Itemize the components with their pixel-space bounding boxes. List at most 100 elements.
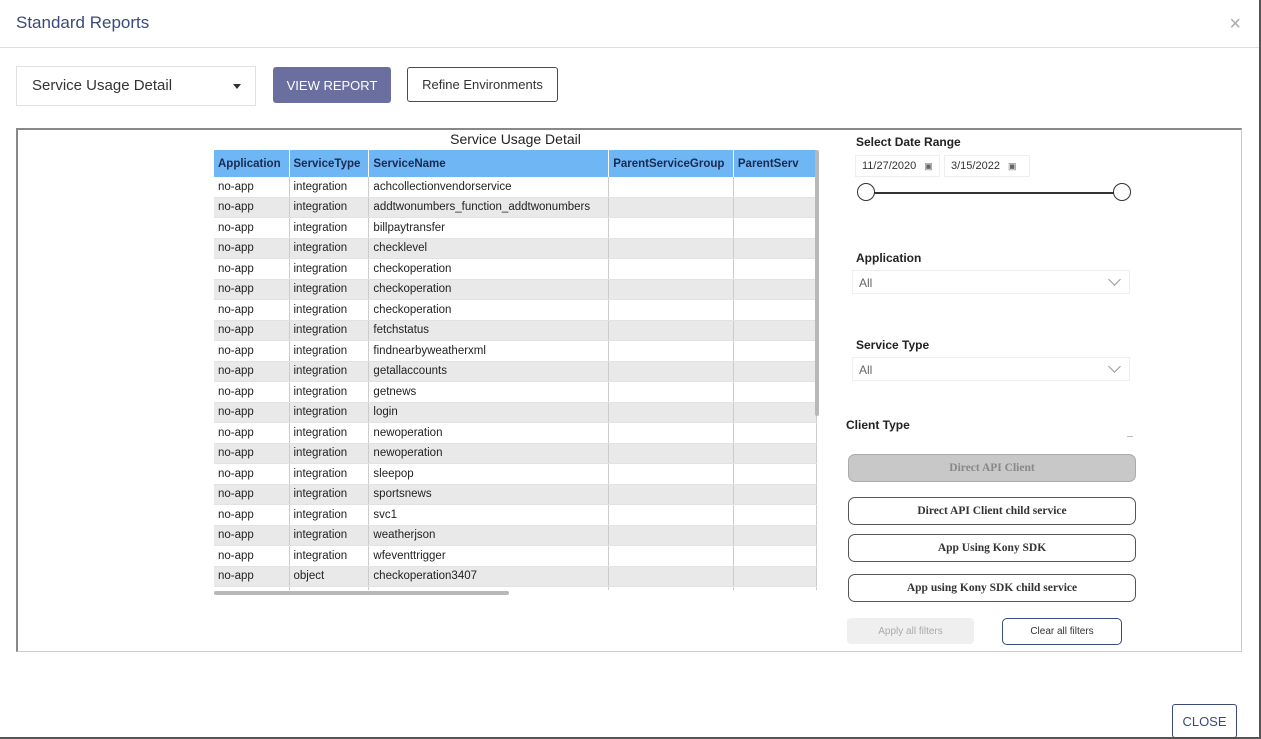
cell-servicetype: integration	[289, 258, 370, 280]
table-row[interactable]: no-app integration newoperation	[214, 422, 817, 444]
cell-parentserv	[733, 586, 817, 590]
cell-parentservicegroup	[608, 443, 734, 464]
close-icon[interactable]: ×	[1229, 14, 1241, 34]
clear-filters-button[interactable]: Clear all filters	[1002, 618, 1122, 645]
dialog-title: Standard Reports	[16, 13, 150, 32]
table-row[interactable]: no-app integration billpaytransfer	[214, 217, 817, 239]
table-row[interactable]: no-app integration sleepop	[214, 463, 817, 485]
report-table-container: Application ServiceType ServiceName Pare…	[214, 150, 817, 590]
report-table: Application ServiceType ServiceName Pare…	[214, 150, 817, 590]
cell-application: no-app	[214, 258, 290, 280]
date-start-value: 11/27/2020	[862, 160, 917, 172]
table-row[interactable]: no-app integration fetchstatus	[214, 320, 817, 341]
cell-servicetype: integration	[289, 443, 370, 464]
cell-application: no-app	[214, 586, 290, 590]
client-type-direct-api-child-button[interactable]: Direct API Client child service	[848, 497, 1136, 525]
table-row[interactable]: no-app integration getallaccounts	[214, 361, 817, 382]
cell-parentservicegroup	[608, 299, 734, 321]
cell-parentserv	[733, 402, 817, 423]
service-type-select[interactable]: All	[852, 357, 1130, 381]
client-type-menu-icon[interactable]	[1127, 436, 1133, 437]
table-row[interactable]: no-app integration weatherjson	[214, 525, 817, 546]
column-header-application[interactable]: Application	[214, 150, 290, 177]
cell-servicename: newoperation	[368, 443, 610, 464]
table-row[interactable]: no-appobjectcheckoperation3407	[214, 586, 817, 590]
cell-application: no-app	[214, 320, 290, 341]
cell-parentserv	[733, 566, 817, 587]
column-header-parentservicegroup[interactable]: ParentServiceGroup	[608, 150, 734, 177]
cell-parentserv	[733, 177, 817, 198]
date-range-end-handle[interactable]	[1113, 183, 1131, 201]
table-row[interactable]: no-app integration addtwonumbers_function_…	[214, 197, 817, 218]
cell-parentserv	[733, 320, 817, 341]
table-header-row: Application ServiceType ServiceName Pare…	[214, 150, 817, 177]
table-row[interactable]: no-app integration wfeventtrigger	[214, 545, 817, 567]
dialog-header: Standard Reports ×	[0, 0, 1259, 48]
cell-parentservicegroup	[608, 463, 734, 485]
cell-servicetype: integration	[289, 402, 370, 423]
report-type-select[interactable]: Service Usage Detail	[16, 66, 256, 106]
cell-application: no-app	[214, 381, 290, 403]
date-end-value: 3/15/2022	[951, 160, 1000, 172]
cell-servicename: getnews	[368, 381, 610, 403]
calendar-icon: ▣	[924, 161, 933, 171]
close-button[interactable]: CLOSE	[1172, 704, 1237, 738]
caret-down-icon	[233, 84, 241, 89]
column-header-parentserv[interactable]: ParentServ	[733, 150, 817, 177]
table-row[interactable]: no-app integration checkoperation	[214, 258, 817, 280]
cell-application: no-app	[214, 279, 290, 300]
table-row[interactable]: no-app integration checklevel	[214, 238, 817, 259]
cell-servicetype: integration	[289, 361, 370, 382]
cell-servicetype: integration	[289, 279, 370, 300]
cell-servicetype: integration	[289, 463, 370, 485]
cell-servicetype: integration	[289, 217, 370, 239]
column-header-servicetype[interactable]: ServiceType	[289, 150, 370, 177]
cell-servicetype: integration	[289, 320, 370, 341]
table-row[interactable]: no-app integration sportsnews	[214, 484, 817, 505]
table-row[interactable]: no-app integration checkoperation	[214, 279, 817, 300]
cell-servicetype: object	[289, 586, 370, 590]
cell-parentservicegroup	[608, 566, 734, 587]
date-start-input[interactable]: 11/27/2020 ▣	[855, 155, 940, 177]
cell-servicetype: integration	[289, 545, 370, 567]
vertical-scrollbar[interactable]	[815, 150, 819, 416]
table-row[interactable]: no-app integration svc1	[214, 504, 817, 526]
cell-application: no-app	[214, 463, 290, 485]
table-row[interactable]: no-app integration achcollectionvendorserv…	[214, 177, 817, 198]
service-type-label: Service Type	[856, 338, 930, 352]
table-row[interactable]: no-app integration findnearbyweatherxml	[214, 340, 817, 362]
apply-filters-button[interactable]: Apply all filters	[847, 618, 974, 644]
table-row[interactable]: no-app integration getnews	[214, 381, 817, 403]
cell-servicename: newoperation	[368, 422, 610, 444]
cell-servicename: findnearbyweatherxml	[368, 340, 610, 362]
table-row[interactable]: no-app integration newoperation	[214, 443, 817, 464]
cell-parentservicegroup	[608, 361, 734, 382]
table-row[interactable]: no-appobjectcheckoperation3407	[214, 566, 817, 587]
date-range-slider-track[interactable]	[866, 192, 1123, 194]
cell-servicename: weatherjson	[368, 525, 610, 546]
cell-parentservicegroup	[608, 197, 734, 218]
horizontal-scrollbar[interactable]	[214, 591, 509, 595]
client-type-kony-sdk-child-button[interactable]: App using Kony SDK child service	[848, 574, 1136, 602]
date-range-start-handle[interactable]	[857, 183, 875, 201]
cell-parentserv	[733, 238, 817, 259]
refine-environments-button[interactable]: Refine Environments	[407, 67, 558, 102]
calendar-icon: ▣	[1007, 161, 1017, 171]
service-type-value: All	[859, 363, 873, 377]
cell-servicename: sleepop	[368, 463, 610, 485]
column-header-servicename[interactable]: ServiceName	[368, 150, 610, 177]
cell-parentserv	[733, 361, 817, 382]
cell-servicename: checklevel	[368, 238, 610, 259]
table-row[interactable]: no-app integration checkoperation	[214, 299, 817, 321]
cell-parentservicegroup	[608, 525, 734, 546]
date-end-input[interactable]: 3/15/2022 ▣	[944, 155, 1030, 177]
cell-parentserv	[733, 197, 817, 218]
client-type-kony-sdk-button[interactable]: App Using Kony SDK	[848, 534, 1136, 562]
application-value: All	[859, 276, 873, 290]
client-type-direct-api-button[interactable]: Direct API Client	[848, 454, 1136, 482]
table-row[interactable]: no-app integration login	[214, 402, 817, 423]
view-report-button[interactable]: VIEW REPORT	[273, 67, 391, 103]
application-select[interactable]: All	[852, 270, 1130, 294]
cell-servicename: checkoperation3407	[368, 566, 610, 587]
cell-servicename: svc1	[368, 504, 610, 526]
